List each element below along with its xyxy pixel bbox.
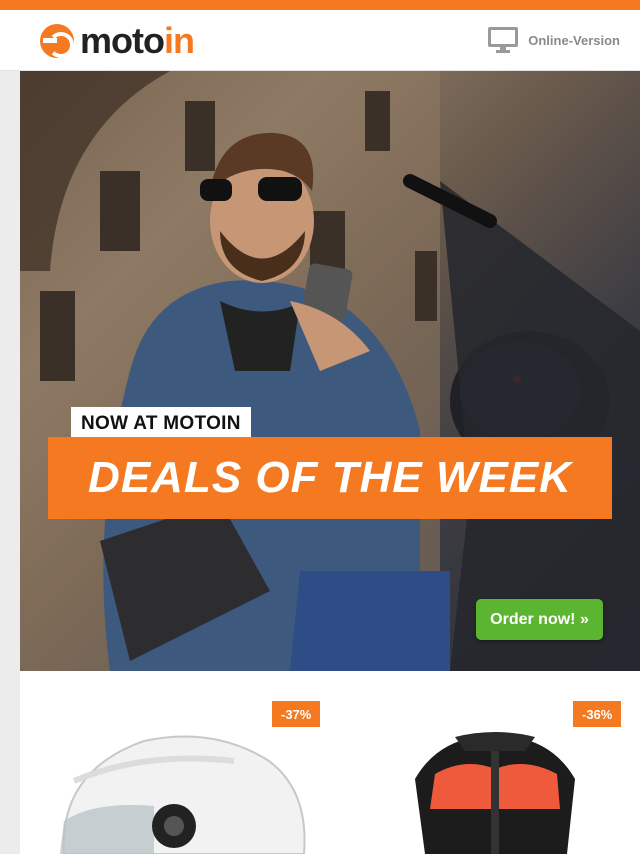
online-version-label: Online-Version (528, 32, 620, 48)
logo-mark-icon (40, 24, 74, 58)
discount-badge: -36% (573, 701, 622, 727)
discount-badge: -37% (272, 701, 321, 727)
online-version-link[interactable]: Online-Version (488, 27, 620, 53)
deals-headline: DEALS OF THE WEEK (88, 453, 572, 502)
top-accent-bar (0, 0, 640, 10)
products-section: -37% -36% (20, 671, 640, 854)
header: motoin Online-Version (0, 10, 640, 71)
motoin-logo[interactable]: motoin (40, 20, 195, 61)
logo-text: motoin (80, 20, 195, 61)
hero-tag: NOW AT MOTOIN (71, 407, 251, 439)
jacket-image[interactable] (395, 729, 595, 854)
hero-banner[interactable]: NOW AT MOTOIN DEALS OF THE WEEK Order no… (20, 71, 640, 671)
left-gutter (0, 71, 20, 854)
deals-headline-box: DEALS OF THE WEEK (48, 437, 612, 519)
monitor-icon (488, 27, 519, 53)
helmet-image[interactable] (54, 731, 314, 854)
hero-photo (20, 71, 640, 671)
order-now-button[interactable]: Order now! » (476, 599, 603, 640)
